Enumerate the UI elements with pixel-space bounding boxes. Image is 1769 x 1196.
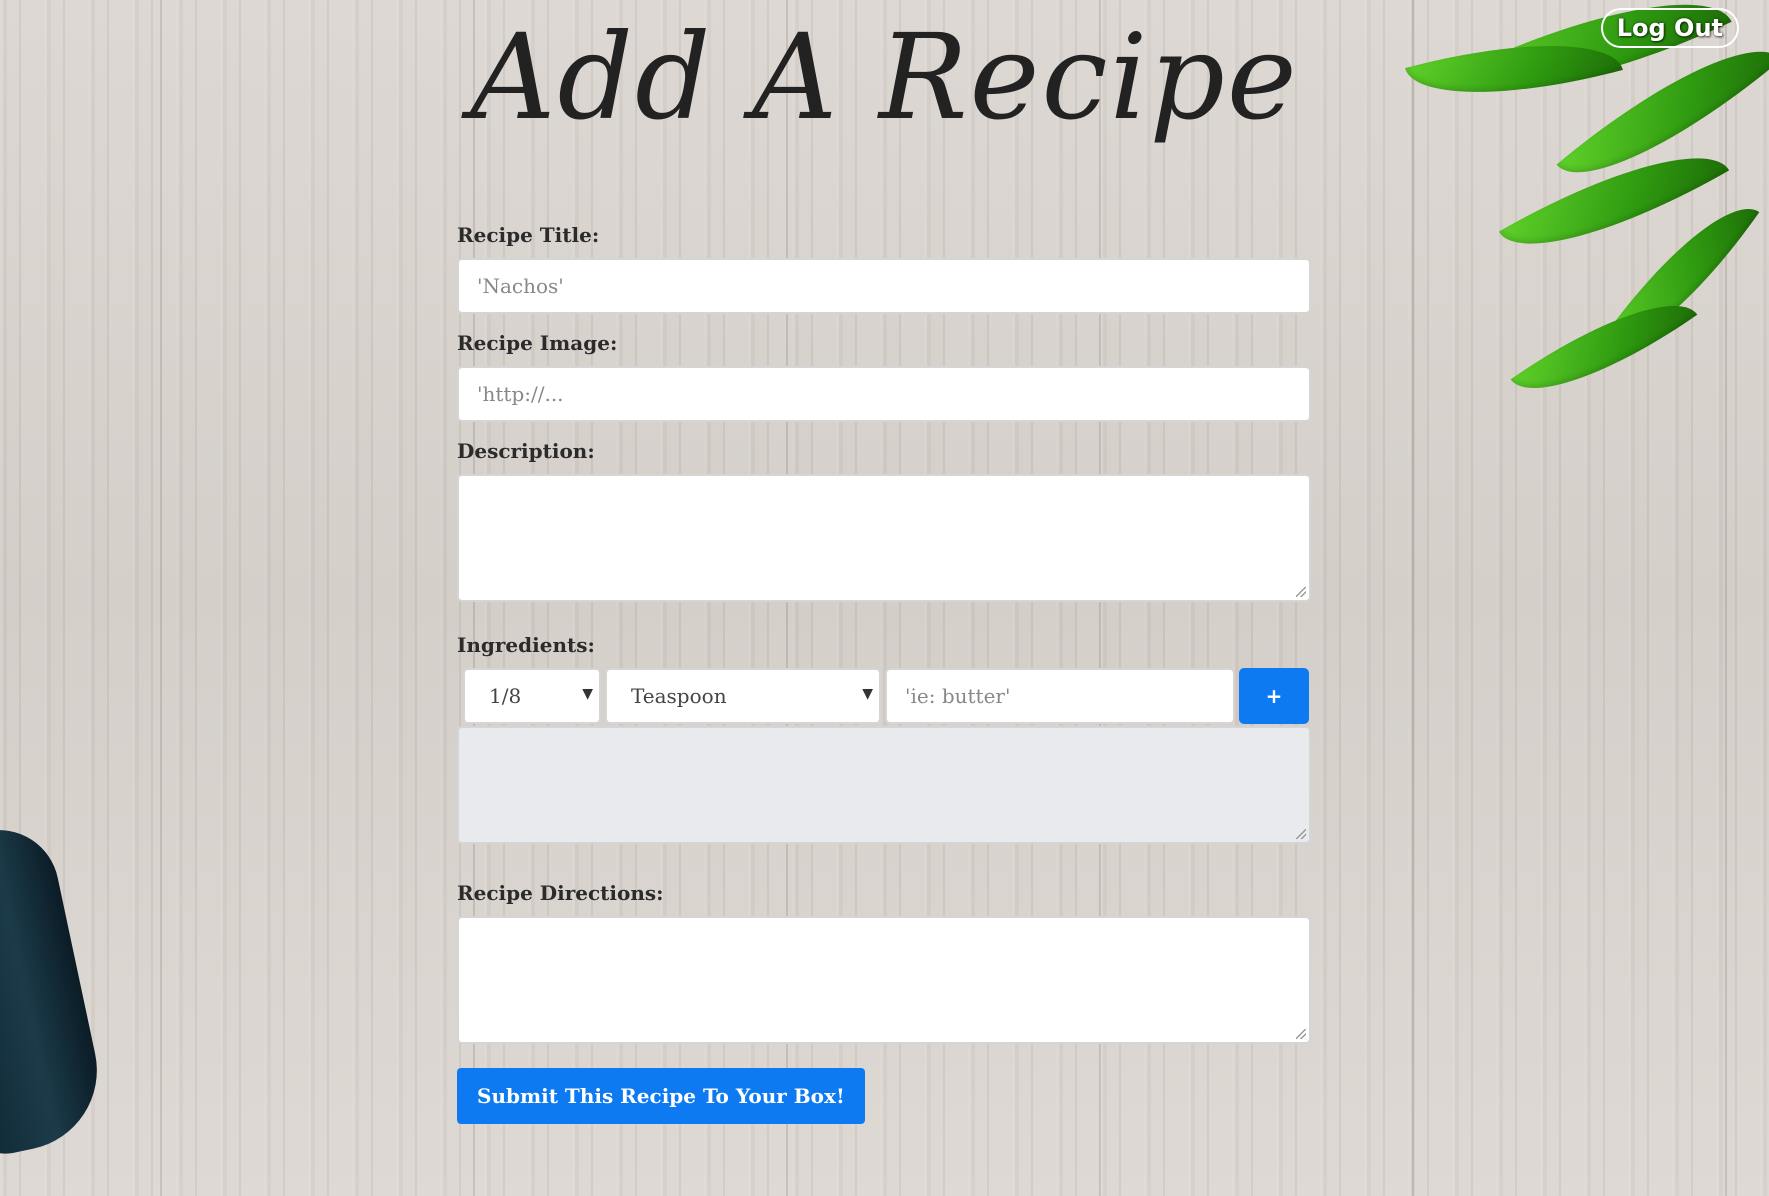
plus-icon: +: [1265, 684, 1283, 708]
description-textarea[interactable]: [457, 474, 1311, 602]
recipe-title-placeholder: 'Nachos': [477, 274, 564, 298]
recipe-image-placeholder: 'http://...: [477, 382, 564, 406]
ingredient-placeholder: 'ie: butter': [905, 684, 1011, 708]
leaf-image: [1510, 270, 1698, 420]
add-ingredient-button[interactable]: +: [1239, 668, 1309, 724]
description-label: Description:: [457, 439, 595, 463]
ingredient-entry-row: 1/8 ▼ Teaspoon ▼ 'ie: butter' +: [457, 668, 1311, 724]
caret-down-icon: ▼: [582, 686, 593, 702]
recipe-title-label: Recipe Title:: [457, 223, 600, 247]
ingredient-name-input[interactable]: 'ie: butter': [885, 668, 1235, 724]
quantity-selected-value: 1/8: [489, 684, 522, 708]
resize-grip-icon[interactable]: [1296, 587, 1306, 597]
recipe-image-input[interactable]: 'http://...: [457, 366, 1311, 422]
unit-selected-value: Teaspoon: [631, 684, 727, 708]
resize-grip-icon[interactable]: [1296, 829, 1306, 839]
decorative-object: [0, 818, 112, 1162]
ingredients-label: Ingredients:: [457, 633, 595, 657]
recipe-image-label: Recipe Image:: [457, 331, 618, 355]
caret-down-icon: ▼: [862, 686, 873, 702]
leaf-image: [1598, 180, 1760, 376]
resize-grip-icon[interactable]: [1296, 1029, 1306, 1039]
add-recipe-form: Recipe Title: 'Nachos' Recipe Image: 'ht…: [457, 220, 1311, 1124]
recipe-directions-textarea[interactable]: [457, 916, 1311, 1044]
recipe-directions-label: Recipe Directions:: [457, 881, 664, 905]
page-title: Add A Recipe: [470, 8, 1299, 146]
unit-select[interactable]: Teaspoon ▼: [605, 668, 881, 724]
ingredient-list-textarea[interactable]: [457, 726, 1311, 844]
quantity-select[interactable]: 1/8 ▼: [463, 668, 601, 724]
submit-recipe-button[interactable]: Submit This Recipe To Your Box!: [457, 1068, 865, 1124]
recipe-title-input[interactable]: 'Nachos': [457, 258, 1311, 314]
